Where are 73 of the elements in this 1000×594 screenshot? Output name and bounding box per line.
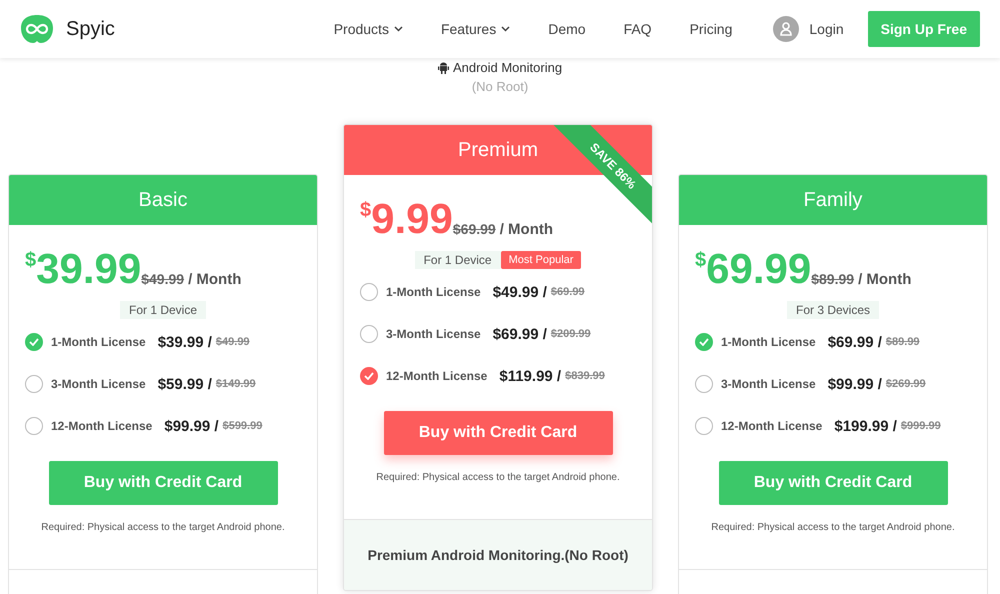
logo-icon[interactable]	[20, 14, 54, 44]
nav-link[interactable]: Features	[422, 21, 530, 37]
license-label: 1-Month License	[721, 335, 816, 349]
device-count: For 1 Device	[414, 251, 501, 269]
plan-price: 69.99	[706, 247, 812, 291]
old-price: $89.99	[811, 271, 854, 287]
license-price: $119.99 /	[499, 368, 562, 384]
checked-radio[interactable]	[25, 333, 43, 351]
price-period: / Month	[500, 221, 554, 238]
checkmark-icon	[699, 338, 709, 346]
license-label: 3-Month License	[51, 377, 146, 391]
price-period: / Month	[858, 271, 912, 288]
radio-button[interactable]	[360, 325, 378, 343]
license-label: 12-Month License	[721, 419, 822, 433]
radio-button[interactable]	[695, 417, 713, 435]
radio-button[interactable]	[695, 375, 713, 393]
nav-link[interactable]: Products	[314, 21, 422, 37]
checkmark-icon	[29, 338, 39, 346]
radio-button[interactable]	[25, 375, 43, 393]
plan-title: Family	[679, 175, 987, 225]
license-old-price: $209.99	[550, 328, 591, 340]
radio-button[interactable]	[25, 417, 43, 435]
license-price: $49.99 /	[492, 284, 547, 300]
requirement-note: Required: Physical access to the target Android phone.	[41, 522, 285, 533]
license-price: $39.99 /	[158, 334, 212, 350]
login-link[interactable]: Login	[809, 21, 844, 37]
currency-sign: $	[25, 249, 36, 272]
section-subtitle: (No Root)	[472, 79, 528, 94]
plan-price: 39.99	[36, 247, 142, 291]
license-price: $69.99 /	[492, 326, 547, 342]
license-old-price: $599.99	[222, 420, 262, 432]
device-count: For 1 Device	[120, 301, 206, 319]
license-label: 3-Month License	[721, 377, 816, 391]
nav-link[interactable]: Pricing	[670, 21, 752, 37]
brand-name[interactable]: Spyic	[66, 18, 115, 40]
license-price: $199.99 /	[834, 418, 897, 434]
nav-link[interactable]: Demo	[529, 21, 605, 37]
license-old-price: $839.99	[565, 370, 605, 382]
checked-radio[interactable]	[360, 367, 378, 385]
license-price: $99.99 /	[828, 376, 882, 392]
section-title: Android Monitoring	[452, 60, 562, 75]
checked-radio[interactable]	[695, 333, 713, 351]
license-price: $59.99 /	[158, 376, 212, 392]
plan-description: Premium Android Monitoring.(No Root)	[368, 547, 628, 563]
requirement-note: Required: Physical access to the target Android phone.	[376, 472, 620, 483]
old-price: $69.99	[452, 221, 496, 237]
popular-badge: Most Popular	[500, 251, 582, 269]
checkmark-icon	[364, 372, 374, 380]
user-icon[interactable]	[773, 16, 800, 42]
plan-price: 9.99	[371, 197, 453, 241]
license-label: 3-Month License	[386, 327, 481, 341]
device-count: For 3 Devices	[786, 301, 880, 319]
license-label: 12-Month License	[386, 369, 488, 383]
currency-sign: $	[695, 249, 706, 272]
price-period: / Month	[188, 271, 242, 288]
license-old-price: $999.99	[900, 420, 941, 432]
license-price: $99.99 /	[164, 418, 219, 434]
license-label: 1-Month License	[386, 285, 481, 299]
license-price: $69.99 /	[828, 334, 882, 350]
requirement-note: Required: Physical access to the target Android phone.	[711, 522, 955, 533]
old-price: $49.99	[141, 271, 184, 287]
license-old-price: $69.99	[550, 286, 585, 298]
license-old-price: $269.99	[886, 378, 926, 390]
license-old-price: $149.99	[216, 378, 256, 390]
plan-title: Basic	[9, 175, 317, 225]
license-old-price: $49.99	[216, 336, 250, 348]
nav-link[interactable]: FAQ	[604, 21, 671, 37]
radio-button[interactable]	[360, 283, 378, 301]
android-icon	[438, 62, 449, 74]
license-label: 12-Month License	[51, 419, 152, 433]
license-old-price: $89.99	[886, 336, 920, 348]
currency-sign: $	[360, 199, 372, 222]
license-label: 1-Month License	[51, 335, 146, 349]
